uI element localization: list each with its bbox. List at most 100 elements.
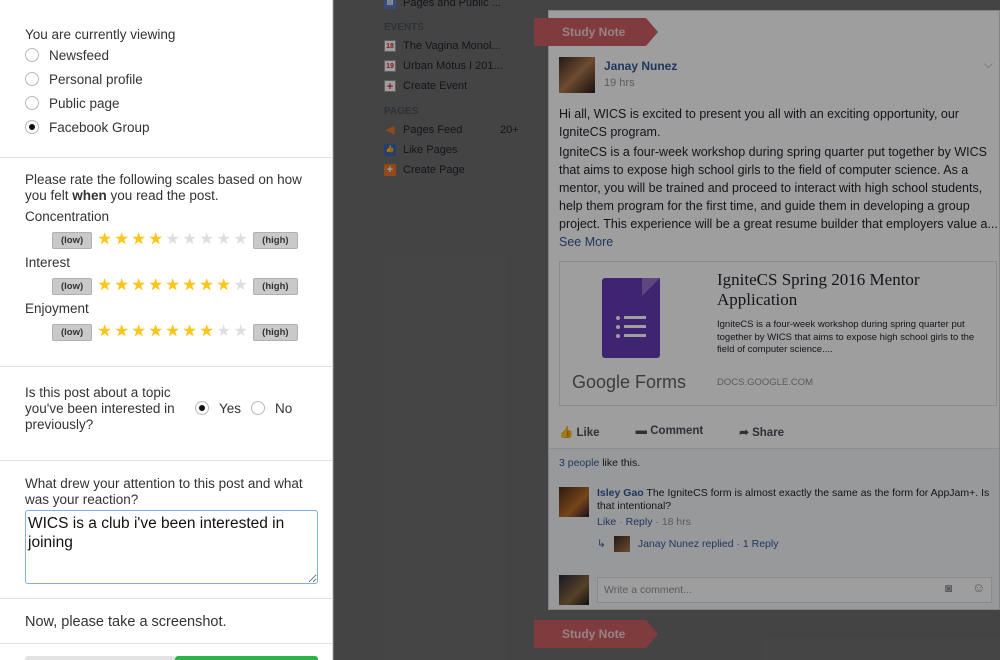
plus-page-icon: + [384, 164, 396, 176]
sidebar-item-label: Pages Feed [403, 124, 463, 136]
star-rating: (low) ★ ★ ★ ★ ★ ★ ★ ★ ★ (high) [52, 276, 308, 296]
scale-label: Interest [25, 255, 71, 270]
star-icon[interactable]: ★ [96, 278, 113, 294]
topic-no-label: No [275, 400, 293, 416]
emoji-icon[interactable]: ☺ [972, 580, 985, 595]
star-icon[interactable]: ★ [113, 232, 130, 248]
post-card: Janay Nunez 19 hrs ⌵ Hi all, WICS is exc… [548, 10, 1000, 610]
star-icon[interactable]: ★ [164, 324, 181, 340]
star-icon[interactable]: ★ [198, 232, 215, 248]
radio-button[interactable] [25, 72, 39, 86]
star-icon[interactable]: ★ [113, 324, 130, 340]
comment-meta: Like · Reply · 18 hrs [597, 516, 691, 528]
radio-button[interactable] [25, 48, 39, 62]
attention-answer-input[interactable] [25, 510, 318, 584]
comment-like-link[interactable]: Like [597, 516, 616, 528]
star-icon[interactable]: ★ [232, 324, 249, 340]
next-button[interactable] [175, 656, 318, 660]
link-preview[interactable]: Google Forms IgniteCS Spring 2016 Mentor… [559, 261, 997, 406]
star-icon[interactable]: ★ [113, 278, 130, 294]
star-icon[interactable]: ★ [147, 324, 164, 340]
star-icon[interactable]: ★ [198, 278, 215, 294]
topic-yes-radio[interactable] [195, 401, 209, 415]
comment-button[interactable]: ▬ Comment [636, 425, 704, 439]
viewing-option-label: Public page [49, 95, 120, 111]
sidebar-item-like-pages[interactable]: 👍 Like Pages [384, 140, 534, 160]
sidebar-item-create-event[interactable]: + Create Event [384, 76, 534, 96]
sidebar-item-label: Create Event [403, 80, 468, 92]
post-paragraph: IgniteCS is a four-week workshop during … [559, 145, 998, 249]
star-icon[interactable]: ★ [232, 232, 249, 248]
thumbs-up-icon: 👍 [384, 144, 396, 156]
megaphone-icon: ◀ [385, 124, 395, 136]
author-avatar[interactable] [559, 57, 595, 93]
rating-section: Please rate the following scales based o… [0, 158, 332, 367]
star-icon[interactable]: ★ [130, 232, 147, 248]
plus-calendar-icon: + [384, 80, 396, 93]
comment-time: 18 hrs [661, 516, 691, 528]
post-actions: 👍 Like ▬ Comment ➦ Share [559, 425, 784, 439]
back-button[interactable] [25, 656, 175, 660]
star-icon[interactable]: ★ [215, 232, 232, 248]
comment-text: Isley Gao The IgniteCS form is almost ex… [597, 487, 990, 512]
star-icon[interactable]: ★ [147, 278, 164, 294]
topic-question: Is this post about a topic you've been i… [25, 385, 175, 432]
sidebar-item-event-2[interactable]: 19 Urban Mótus I 201... [384, 56, 534, 76]
star-icon[interactable]: ★ [164, 232, 181, 248]
link-title[interactable]: IgniteCS Spring 2016 Mentor Application [717, 270, 987, 310]
star-icon[interactable]: ★ [164, 278, 181, 294]
topic-section: Is this post about a topic you've been i… [0, 367, 332, 461]
share-button[interactable]: ➦ Share [739, 425, 784, 439]
star-icon[interactable]: ★ [181, 278, 198, 294]
comments-area: 3 people like this. Isley Gao The Ignite… [549, 448, 999, 609]
link-description: IgniteCS is a four-week workshop during … [717, 319, 975, 355]
viewing-option[interactable]: Public page [25, 91, 308, 115]
radio-button[interactable] [25, 120, 39, 134]
star-icon[interactable]: ★ [215, 278, 232, 294]
star-icon[interactable]: ★ [130, 324, 147, 340]
rating-question: Please rate the following scales based o… [25, 172, 302, 203]
commenter-avatar[interactable] [559, 487, 589, 517]
reply-summary[interactable]: ↳ Janay Nunez replied · 1 Reply [597, 536, 778, 552]
star-icon[interactable]: ★ [130, 278, 147, 294]
star-icon[interactable]: ★ [232, 278, 249, 294]
fb-left-sidebar: ▤ Pages and Public ... EVENTS 18 The Vag… [384, 0, 534, 180]
commenter-name[interactable]: Isley Gao [597, 487, 644, 499]
like-button[interactable]: 👍 Like [559, 425, 600, 439]
likes-count-link[interactable]: 3 people [559, 457, 599, 469]
viewing-option[interactable]: Newsfeed [25, 43, 308, 67]
author-name[interactable]: Janay Nunez [604, 59, 677, 73]
star-icon[interactable]: ★ [181, 324, 198, 340]
sidebar-item-create-page[interactable]: + Create Page [384, 160, 534, 180]
star-icon[interactable]: ★ [147, 232, 164, 248]
chevron-down-icon[interactable]: ⌵ [984, 57, 993, 72]
viewing-option-label: Personal profile [49, 71, 143, 87]
post-time[interactable]: 19 hrs [604, 77, 635, 89]
comment-reply-link[interactable]: Reply [626, 516, 653, 528]
see-more-link[interactable]: See More [559, 235, 613, 249]
events-header: EVENTS [384, 22, 425, 33]
star-icon[interactable]: ★ [96, 324, 113, 340]
sidebar-item-pages-public[interactable]: ▤ Pages and Public ... [384, 0, 534, 12]
star-icon[interactable]: ★ [181, 232, 198, 248]
viewing-option-label: Facebook Group [49, 119, 150, 135]
star-icon[interactable]: ★ [198, 324, 215, 340]
viewing-option[interactable]: Facebook Group [25, 115, 308, 139]
sidebar-item-label: Pages and Public ... [403, 0, 501, 9]
sidebar-item-event-1[interactable]: 18 The Vagina Monol... [384, 36, 534, 56]
low-tag: (low) [52, 231, 93, 249]
high-tag: (high) [253, 323, 298, 341]
screenshot-section: Now, please take a screenshot. [0, 599, 332, 644]
topic-no-radio[interactable] [251, 401, 266, 415]
star-icon[interactable]: ★ [215, 324, 232, 340]
likes-summary: 3 people like this. [559, 457, 641, 469]
star-icon[interactable]: ★ [96, 232, 113, 248]
camera-icon[interactable]: ◙ [945, 581, 952, 595]
calendar-icon: 19 [384, 60, 396, 72]
write-comment-input[interactable]: Write a comment... [597, 577, 992, 603]
pages-feed-count: 20+ [500, 124, 519, 136]
radio-button[interactable] [25, 96, 39, 110]
viewing-option[interactable]: Personal profile [25, 67, 308, 91]
sidebar-item-pages-feed[interactable]: ◀ Pages Feed 20+ [384, 120, 534, 140]
google-forms-icon [602, 278, 660, 358]
